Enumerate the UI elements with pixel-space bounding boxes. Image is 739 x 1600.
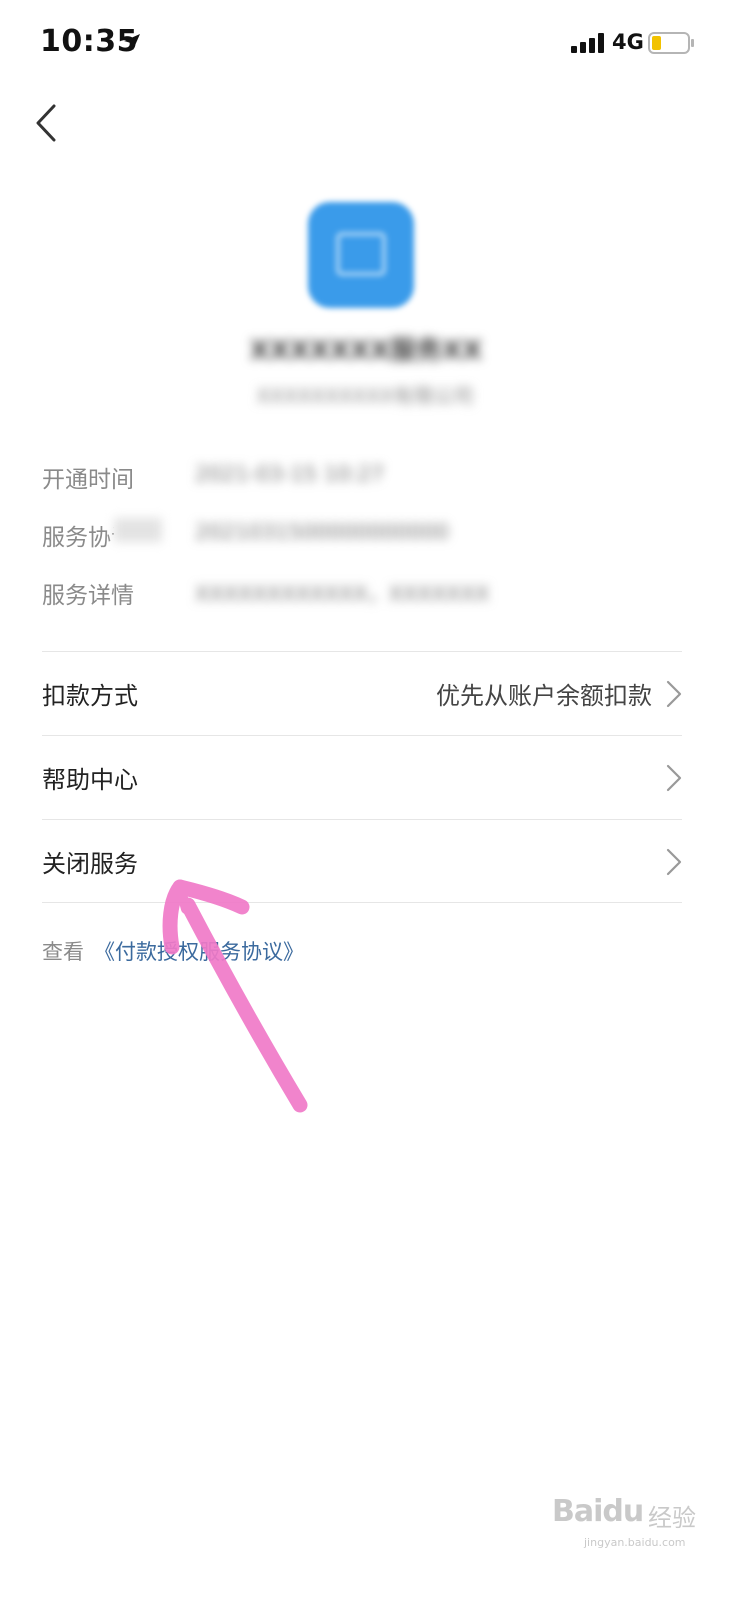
annotation-arrow-icon	[162, 879, 308, 1113]
chevron-right-icon	[666, 764, 682, 792]
merchant-company: XXXXXXXXXX有限公司	[256, 384, 474, 408]
network-type: 4G	[612, 30, 644, 54]
info-label-agreement-no: 服务协议号	[42, 518, 162, 552]
row-help-center[interactable]: 帮助中心	[42, 735, 682, 819]
info-label-open-time: 开通时间	[42, 467, 134, 493]
row-label: 扣款方式	[42, 682, 138, 710]
row-close-service[interactable]: 关闭服务	[42, 819, 682, 903]
cellular-signal-icon	[571, 33, 604, 53]
row-label: 帮助中心	[42, 766, 138, 794]
battery-icon	[648, 32, 694, 54]
list-divider	[42, 902, 682, 903]
baidu-watermark: Baidu 经验 jingyan.baidu.com	[552, 1494, 696, 1549]
agreement-prefix: 查看	[42, 940, 84, 964]
info-value-agreement-no: 2021031500000000000	[195, 520, 449, 544]
row-label: 关闭服务	[42, 850, 138, 878]
back-button[interactable]	[30, 100, 66, 146]
location-arrow-icon	[124, 34, 140, 50]
merchant-logo	[308, 202, 414, 308]
chevron-right-icon	[666, 680, 682, 708]
row-value: 优先从账户余额扣款	[436, 682, 652, 710]
row-payment-method[interactable]: 扣款方式 优先从账户余额扣款	[42, 651, 682, 735]
info-value-service-detail: XXXXXXXXXXXX，XXXXXXX	[195, 582, 490, 606]
merchant-name: XXXXXXX服务XX	[249, 336, 483, 366]
info-label-service-detail: 服务详情	[42, 583, 134, 609]
info-value-open-time: 2021-03-15 10:27	[195, 462, 385, 486]
chevron-right-icon	[666, 848, 682, 876]
